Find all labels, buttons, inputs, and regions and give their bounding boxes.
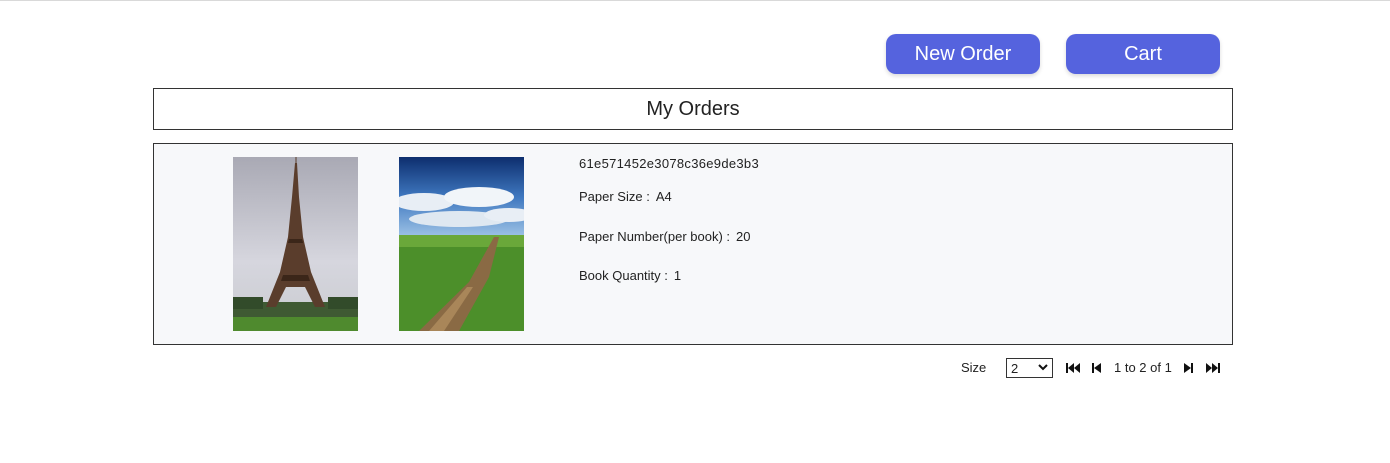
paper-size-value: A4 (655, 189, 672, 204)
paper-number-row: Paper Number(per book) : 20 (579, 229, 750, 244)
page-size-value: 2 (1011, 360, 1019, 376)
country-road-photo (399, 157, 524, 331)
book-quantity-label: Book Quantity : (579, 268, 668, 283)
page-range-text: 1 to 2 of 1 (1114, 360, 1172, 375)
paper-number-value: 20 (736, 229, 751, 244)
order-id: 61e571452e3078c36e9de3b3 (579, 156, 759, 171)
eiffel-tower-photo (233, 157, 358, 331)
next-page-icon[interactable] (1184, 361, 1193, 375)
first-page-icon[interactable] (1066, 361, 1080, 375)
order-card: 61e571452e3078c36e9de3b3 Paper Size : A4 … (153, 143, 1233, 345)
prev-page-icon[interactable] (1092, 361, 1101, 375)
top-divider (0, 0, 1390, 1)
new-order-button[interactable]: New Order (886, 34, 1040, 74)
cart-button[interactable]: Cart (1066, 34, 1220, 74)
chevron-down-icon (1038, 362, 1048, 375)
paper-size-row: Paper Size : A4 (579, 189, 672, 204)
page-title: My Orders (646, 97, 740, 120)
page-title-box: My Orders (153, 88, 1233, 130)
page-size-select[interactable]: 2 (1006, 358, 1053, 378)
last-page-icon[interactable] (1206, 361, 1220, 375)
paper-size-label: Paper Size : (579, 189, 650, 204)
paper-number-label: Paper Number(per book) : (579, 229, 731, 244)
book-quantity-value: 1 (673, 268, 682, 283)
page-size-label: Size (961, 360, 987, 375)
book-quantity-row: Book Quantity : 1 (579, 268, 681, 283)
